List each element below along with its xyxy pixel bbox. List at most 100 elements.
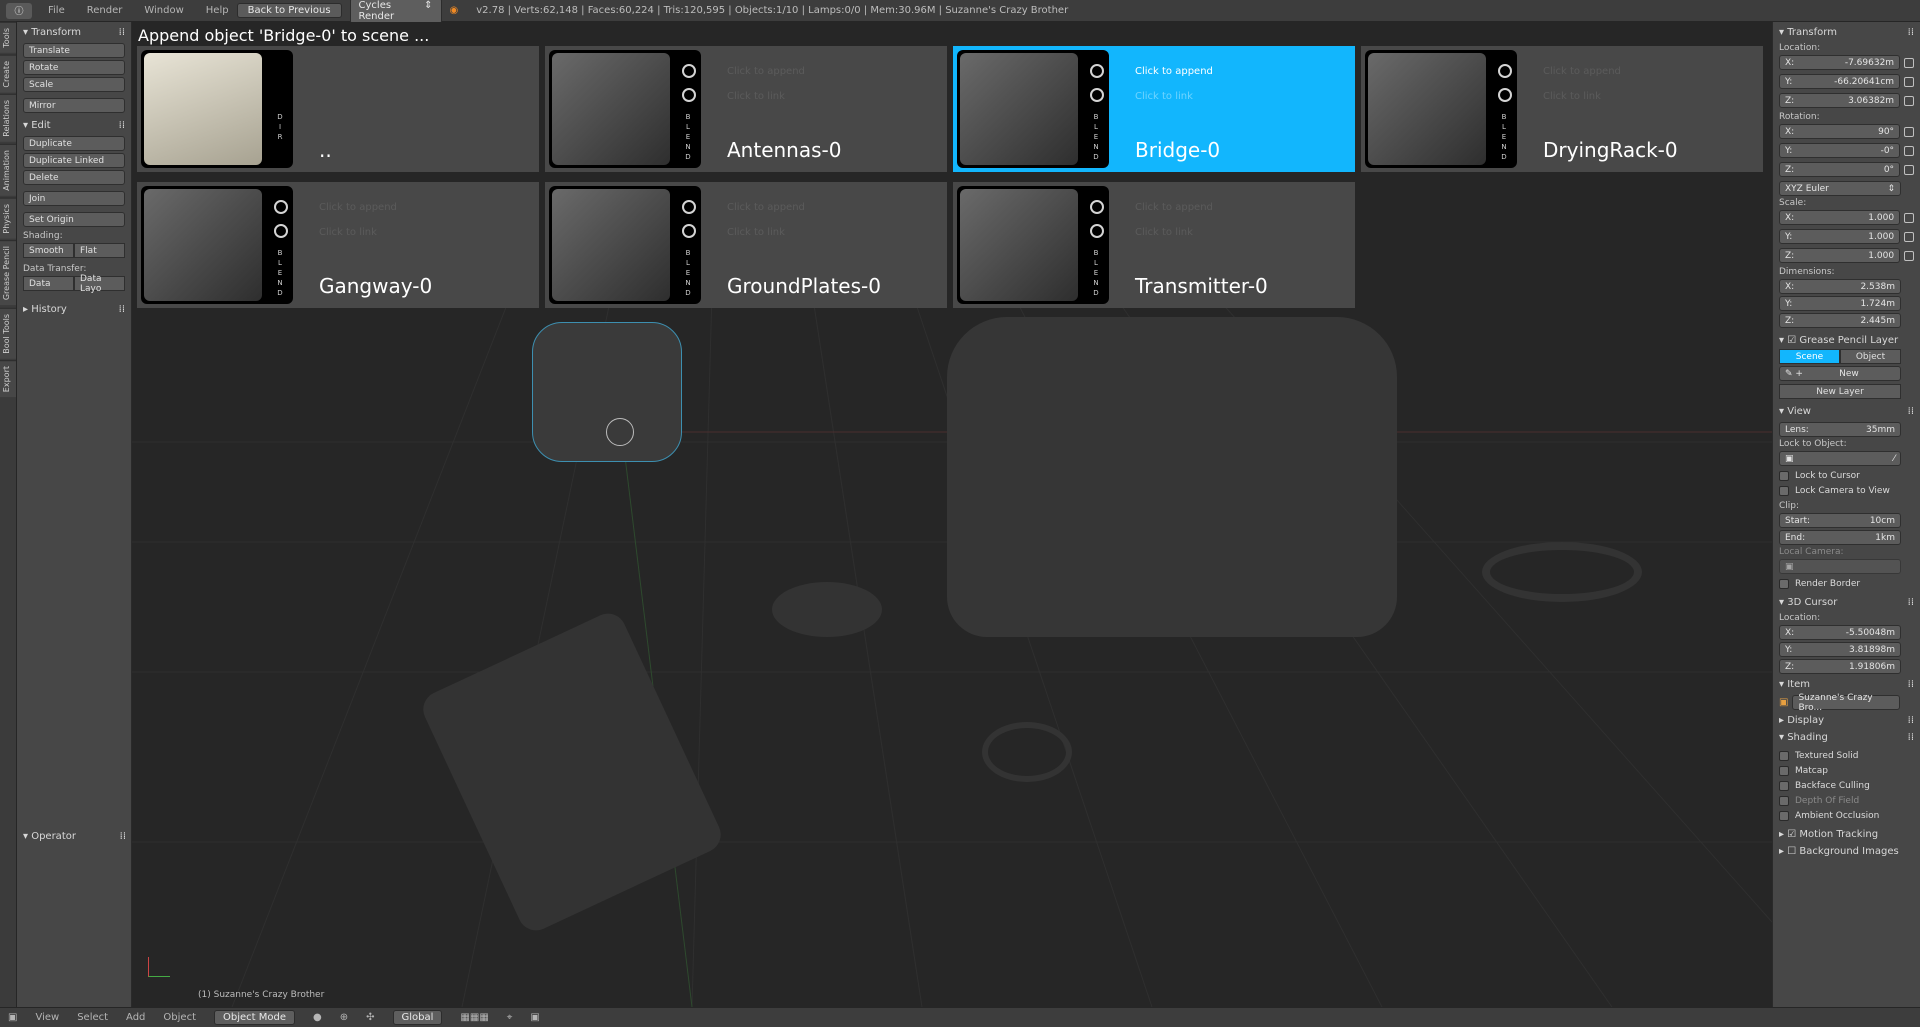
location-y-field[interactable]: Y: -66.20641cm bbox=[1779, 74, 1901, 89]
append-icon[interactable] bbox=[682, 64, 696, 78]
lock-object-field[interactable]: ▣ ⁄ bbox=[1779, 451, 1901, 466]
depth-of-field-checkbox[interactable]: Depth Of Field bbox=[1779, 796, 1914, 806]
browser-tile[interactable]: B L E N D Click to append Click to link Dry… bbox=[1361, 46, 1763, 172]
lock-icon[interactable] bbox=[1904, 250, 1914, 261]
menu-add[interactable]: Add bbox=[126, 1012, 145, 1023]
thumbnail[interactable]: B L E N D bbox=[957, 186, 1109, 304]
browser-tile[interactable]: B L E N D Click to append Click to link Bri… bbox=[953, 46, 1355, 172]
menu-object[interactable]: Object bbox=[163, 1012, 196, 1023]
browser-tile[interactable]: B L E N D Click to append Click to link Gro… bbox=[545, 182, 947, 308]
render-border-checkbox[interactable]: Render Border bbox=[1779, 579, 1914, 589]
rotate-button[interactable]: Rotate bbox=[23, 60, 125, 75]
lock-icon[interactable] bbox=[1904, 145, 1914, 156]
gear-model[interactable] bbox=[982, 722, 1072, 782]
rotation-y-field[interactable]: Y: -0° bbox=[1779, 143, 1901, 158]
click-to-append-label[interactable]: Click to append bbox=[727, 202, 805, 213]
eyedropper-icon[interactable]: ⁄ bbox=[1893, 454, 1895, 464]
smooth-button[interactable]: Smooth bbox=[23, 243, 74, 258]
click-to-append-label[interactable]: Click to append bbox=[319, 202, 397, 213]
append-icon[interactable] bbox=[274, 200, 288, 214]
lock-icon[interactable] bbox=[1904, 76, 1914, 87]
browser-tile[interactable]: B L E N D Click to append Click to link Gan… bbox=[137, 182, 539, 308]
rotation-z-field[interactable]: Z: 0° bbox=[1779, 162, 1901, 177]
render-preview-icon[interactable]: ▣ bbox=[530, 1012, 539, 1023]
click-to-link-label[interactable]: Click to link bbox=[1135, 91, 1193, 102]
local-camera-field[interactable]: ▣ bbox=[1779, 559, 1901, 574]
lock-icon[interactable] bbox=[1904, 126, 1914, 137]
drag-handle-icon[interactable]: ⁞⁞ bbox=[1908, 597, 1914, 608]
append-icon[interactable] bbox=[1090, 64, 1104, 78]
tab-physics[interactable]: Physics bbox=[0, 197, 16, 239]
menu-window[interactable]: Window bbox=[144, 5, 183, 16]
click-to-link-label[interactable]: Click to link bbox=[1135, 227, 1193, 238]
tab-bool-tools[interactable]: Bool Tools bbox=[0, 307, 16, 359]
link-icon[interactable] bbox=[1498, 88, 1512, 102]
item-name-field[interactable]: Suzanne's Crazy Bro... bbox=[1792, 693, 1901, 713]
menu-file[interactable]: File bbox=[48, 5, 65, 16]
tab-relations[interactable]: Relations bbox=[0, 94, 16, 143]
duplicate-button[interactable]: Duplicate bbox=[23, 136, 125, 151]
thumbnail[interactable]: B L E N D bbox=[141, 186, 293, 304]
drag-handle-icon[interactable]: ⁞⁞ bbox=[119, 120, 125, 131]
3d-viewport[interactable]: Append object 'Bridge-0' to scene ... D … bbox=[132, 22, 1772, 1007]
dimension-y-field[interactable]: Y: 1.724m bbox=[1779, 296, 1901, 311]
car-model[interactable] bbox=[947, 317, 1397, 637]
click-to-link-label[interactable]: Click to link bbox=[1543, 91, 1601, 102]
lock-camera-checkbox[interactable]: Lock Camera to View bbox=[1779, 486, 1914, 496]
gear-model-large[interactable] bbox=[1482, 542, 1642, 602]
set-origin-select[interactable]: Set Origin bbox=[23, 212, 125, 227]
new-grease-data-button[interactable]: ✎ + New bbox=[1779, 366, 1901, 381]
monkey-model[interactable] bbox=[532, 322, 682, 462]
matcap-checkbox[interactable]: Matcap bbox=[1779, 766, 1914, 776]
checkbox-box[interactable] bbox=[1779, 471, 1789, 481]
ambient-occlusion-checkbox[interactable]: Ambient Occlusion bbox=[1779, 811, 1914, 821]
drag-handle-icon[interactable]: ⁞⁞ bbox=[120, 831, 126, 842]
delete-button[interactable]: Delete bbox=[23, 170, 125, 185]
browser-tile[interactable]: B L E N D Click to append Click to link Tra… bbox=[953, 182, 1355, 308]
display-section-header[interactable]: ▸ Display ⁞⁞ bbox=[1779, 712, 1914, 729]
cursor-x-field[interactable]: X: -5.50048m bbox=[1779, 625, 1901, 640]
lock-icon[interactable] bbox=[1904, 231, 1914, 242]
tab-animation[interactable]: Animation bbox=[0, 144, 16, 196]
cursor-z-field[interactable]: Z: 1.91806m bbox=[1779, 659, 1901, 674]
duplicate-linked-button[interactable]: Duplicate Linked bbox=[23, 153, 125, 168]
click-to-link-label[interactable]: Click to link bbox=[727, 91, 785, 102]
clip-end-field[interactable]: End: 1km bbox=[1779, 530, 1901, 545]
menu-view[interactable]: View bbox=[35, 1012, 59, 1023]
button-model[interactable] bbox=[772, 582, 882, 637]
scale-y-field[interactable]: Y: 1.000 bbox=[1779, 229, 1901, 244]
click-to-append-label[interactable]: Click to append bbox=[1135, 66, 1213, 77]
scale-z-field[interactable]: Z: 1.000 bbox=[1779, 248, 1901, 263]
tab-grease-pencil[interactable]: Grease Pencil bbox=[0, 240, 16, 306]
browser-tile[interactable]: B L E N D Click to append Click to link Ant… bbox=[545, 46, 947, 172]
tab-create[interactable]: Create bbox=[0, 54, 16, 93]
translate-button[interactable]: Translate bbox=[23, 43, 125, 58]
click-to-link-label[interactable]: Click to link bbox=[727, 227, 785, 238]
tab-export[interactable]: Export bbox=[0, 360, 16, 398]
drag-handle-icon[interactable]: ⁞⁞ bbox=[1908, 406, 1914, 417]
link-icon[interactable] bbox=[682, 224, 696, 238]
lock-to-cursor-checkbox[interactable]: Lock to Cursor bbox=[1779, 471, 1914, 481]
render-engine-select[interactable]: Cycles Render ⇕ bbox=[349, 0, 442, 24]
background-images-section-header[interactable]: ▸ ☐ Background Images bbox=[1779, 843, 1914, 860]
click-to-append-label[interactable]: Click to append bbox=[1543, 66, 1621, 77]
menu-select[interactable]: Select bbox=[77, 1012, 108, 1023]
data-button[interactable]: Data bbox=[23, 276, 74, 291]
checkbox-box[interactable] bbox=[1779, 766, 1789, 776]
shading-mode-icon[interactable]: ● bbox=[313, 1012, 322, 1023]
backface-culling-checkbox[interactable]: Backface Culling bbox=[1779, 781, 1914, 791]
history-panel-header[interactable]: ▸ History ⁞⁞ bbox=[23, 301, 125, 318]
link-icon[interactable] bbox=[1090, 88, 1104, 102]
drag-handle-icon[interactable]: ⁞⁞ bbox=[1908, 679, 1914, 690]
drag-handle-icon[interactable]: ⁞⁞ bbox=[119, 27, 125, 38]
lock-icon[interactable] bbox=[1904, 95, 1914, 106]
mirror-button[interactable]: Mirror bbox=[23, 98, 125, 113]
location-z-field[interactable]: Z: 3.06382m bbox=[1779, 93, 1901, 108]
3d-cursor-icon[interactable] bbox=[606, 418, 634, 446]
drag-handle-icon[interactable]: ⁞⁞ bbox=[1908, 715, 1914, 726]
rotation-x-field[interactable]: X: 90° bbox=[1779, 124, 1901, 139]
checkbox-box[interactable] bbox=[1779, 796, 1789, 806]
orientation-select[interactable]: Global bbox=[392, 1010, 443, 1025]
view-section-header[interactable]: ▾ View ⁞⁞ bbox=[1779, 403, 1914, 420]
editor-type-button[interactable]: ⓘ bbox=[6, 2, 32, 19]
